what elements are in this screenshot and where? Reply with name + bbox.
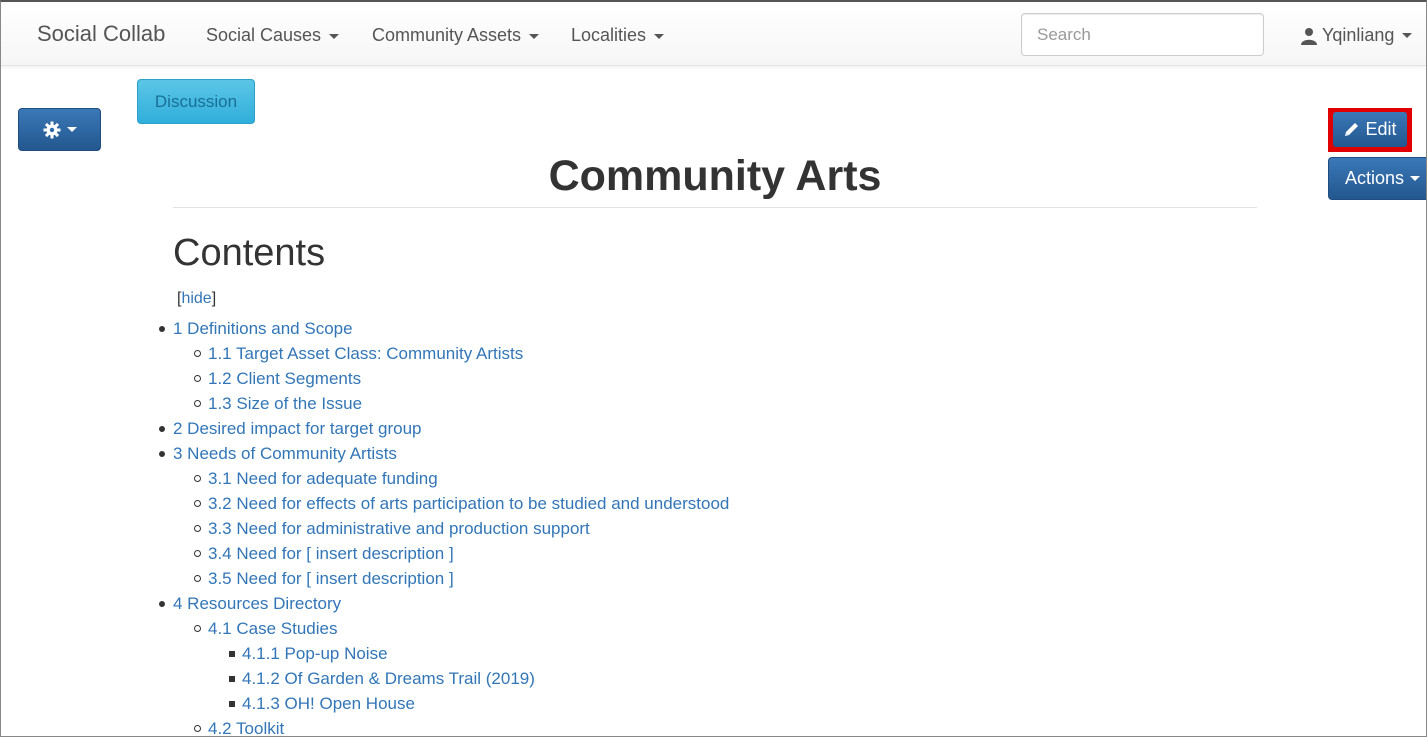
brand-link[interactable]: Social Collab <box>37 21 165 47</box>
caret-down-icon <box>529 33 540 39</box>
bullet-icon <box>194 375 201 382</box>
bullet-icon <box>229 701 235 707</box>
toc-item: 4 Resources Directory <box>1 591 901 616</box>
toc-link[interactable]: 4.1.2 Of Garden & Dreams Trail (2019) <box>242 669 535 688</box>
nav-menu-social-causes[interactable]: Social Causes <box>206 25 340 46</box>
bullet-icon <box>194 400 201 407</box>
caret-down-icon <box>1402 33 1413 38</box>
settings-dropdown-button[interactable] <box>18 108 101 151</box>
toc-item: 1.1 Target Asset Class: Community Artist… <box>1 341 901 366</box>
nav-menu-label: Social Causes <box>206 25 322 45</box>
toc-item: 3.4 Need for [ insert description ] <box>1 541 901 566</box>
toc-item: 3.3 Need for administrative and producti… <box>1 516 901 541</box>
user-icon <box>1301 27 1317 45</box>
bullet-icon <box>194 475 201 482</box>
caret-down-icon <box>1410 176 1421 181</box>
toc-link[interactable]: 3 Needs of Community Artists <box>173 444 397 463</box>
toc-link[interactable]: 3.5 Need for [ insert description ] <box>208 569 454 588</box>
user-menu[interactable]: Yqinliang <box>1300 25 1413 46</box>
bullet-icon <box>194 575 201 582</box>
actions-button-label: Actions <box>1345 168 1405 188</box>
toc-item: 3.1 Need for adequate funding <box>1 466 901 491</box>
title-divider <box>173 207 1257 208</box>
bullet-icon <box>229 676 235 682</box>
bullet-icon <box>159 326 165 332</box>
toc-item: 3.2 Need for effects of arts participati… <box>1 491 901 516</box>
hide-link[interactable]: hide <box>181 290 211 307</box>
bullet-icon <box>194 525 201 532</box>
bullet-icon <box>159 601 165 607</box>
nav-menu-localities[interactable]: Localities <box>571 25 665 46</box>
toc-link[interactable]: 4.1 Case Studies <box>208 619 337 638</box>
user-name: Yqinliang <box>1322 25 1395 45</box>
toc-item: 4.2 Toolkit <box>1 716 901 736</box>
toc-link[interactable]: 3.2 Need for effects of arts participati… <box>208 494 729 513</box>
toc-link[interactable]: 3.3 Need for administrative and producti… <box>208 519 590 538</box>
toc-item: 1.2 Client Segments <box>1 366 901 391</box>
toc-link[interactable]: 4.2 Toolkit <box>208 719 284 736</box>
nav-menu-label: Community Assets <box>372 25 522 45</box>
actions-dropdown-button[interactable]: Actions <box>1328 157 1426 200</box>
pencil-icon <box>1345 123 1359 136</box>
bullet-icon <box>194 625 201 632</box>
toc-item: 1.3 Size of the Issue <box>1 391 901 416</box>
bullet-icon <box>159 451 165 457</box>
page: Social Collab Social Causes Community As… <box>0 0 1427 737</box>
caret-down-icon <box>654 33 665 39</box>
toc-item: 3 Needs of Community Artists <box>1 441 901 466</box>
toc-item: 1 Definitions and Scope <box>1 316 901 341</box>
toc-link[interactable]: 4 Resources Directory <box>173 594 341 613</box>
toc-link[interactable]: 3.4 Need for [ insert description ] <box>208 544 454 563</box>
toc-link[interactable]: 2 Desired impact for target group <box>173 419 422 438</box>
search-input[interactable] <box>1021 13 1264 56</box>
bullet-icon <box>194 500 201 507</box>
toc-item: 3.5 Need for [ insert description ] <box>1 566 901 591</box>
toc-link[interactable]: 4.1.3 OH! Open House <box>242 694 415 713</box>
page-title: Community Arts <box>548 152 882 200</box>
bullet-icon <box>159 426 165 432</box>
caret-down-icon <box>329 33 340 39</box>
nav-menu-label: Localities <box>571 25 647 45</box>
navbar: Social Collab Social Causes Community As… <box>1 2 1426 66</box>
nav-menu-community-assets[interactable]: Community Assets <box>372 25 540 46</box>
toc-link[interactable]: 4.1.1 Pop-up Noise <box>242 644 388 663</box>
toc-link[interactable]: 1.3 Size of the Issue <box>208 394 362 413</box>
table-of-contents: 1 Definitions and Scope 1.1 Target Asset … <box>1 316 901 736</box>
toc-link[interactable]: 3.1 Need for adequate funding <box>208 469 438 488</box>
toc-toggle: [hide] <box>177 290 217 307</box>
gear-icon <box>43 121 60 138</box>
bullet-icon <box>194 725 201 732</box>
edit-button-label: Edit <box>1365 119 1397 139</box>
toc-item: 4.1.2 Of Garden & Dreams Trail (2019) <box>1 666 901 691</box>
edit-button[interactable]: Edit <box>1333 112 1407 147</box>
discussion-button[interactable]: Discussion <box>137 79 255 124</box>
bullet-icon <box>194 350 201 357</box>
toc-item: 4.1 Case Studies <box>1 616 901 641</box>
caret-down-icon <box>66 127 77 132</box>
bullet-icon <box>194 550 201 557</box>
contents-heading: Contents <box>173 232 326 274</box>
toc-link[interactable]: 1.1 Target Asset Class: Community Artist… <box>208 344 523 363</box>
toc-link[interactable]: 1 Definitions and Scope <box>173 319 353 338</box>
toc-item: 4.1.3 OH! Open House <box>1 691 901 716</box>
toc-item: 2 Desired impact for target group <box>1 416 901 441</box>
toc-link[interactable]: 1.2 Client Segments <box>208 369 361 388</box>
bullet-icon <box>229 651 235 657</box>
toc-item: 4.1.1 Pop-up Noise <box>1 641 901 666</box>
